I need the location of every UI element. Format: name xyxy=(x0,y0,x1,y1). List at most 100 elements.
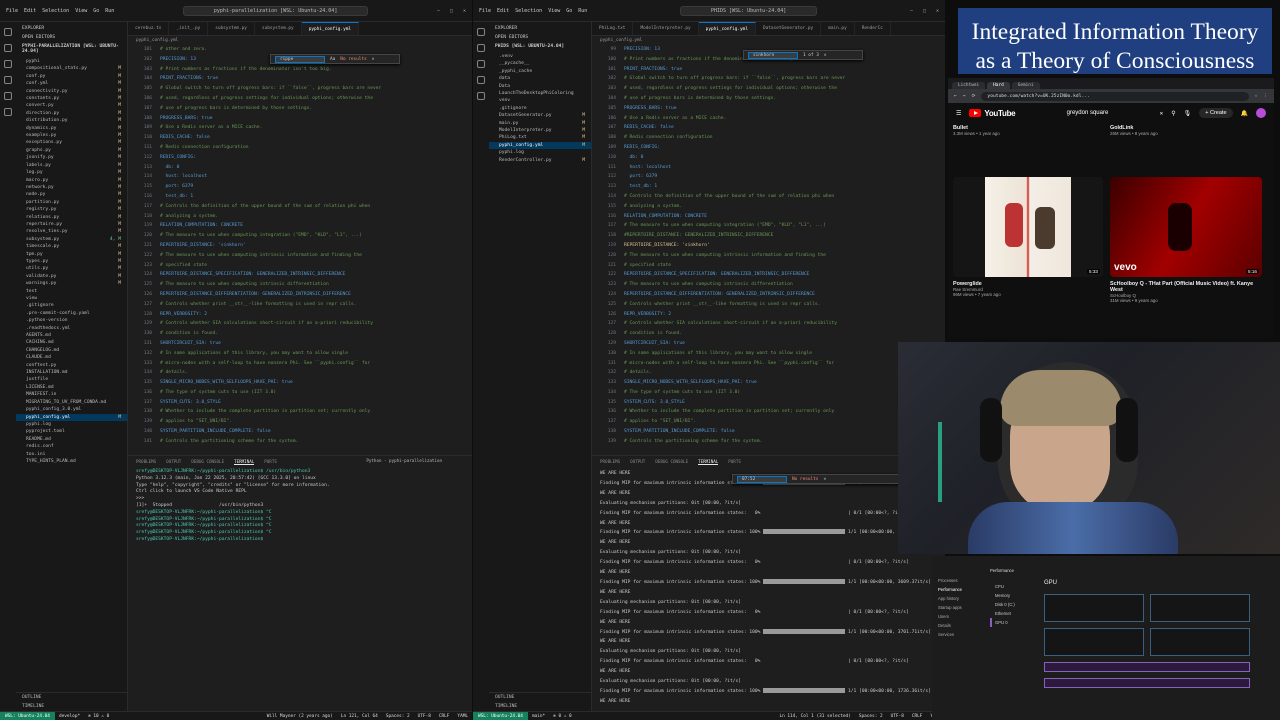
resource-item[interactable]: Memory xyxy=(990,591,1036,600)
browser-tab[interactable]: Hard xyxy=(987,82,1010,89)
right-command-center[interactable]: PHIDS [WSL: Ubuntu-24.04] xyxy=(679,5,818,16)
right-code-editor[interactable]: 99 PRECISION: 13 100 # Print numbers as fra… xyxy=(592,45,937,450)
file-tree-item[interactable]: redis.conf xyxy=(16,443,127,450)
cursor-position[interactable]: Ln 121, Col 64 xyxy=(337,714,382,719)
file-tree-item[interactable]: labels.py M xyxy=(16,162,127,169)
search-icon[interactable] xyxy=(4,44,12,52)
file-tree-item[interactable]: README.md xyxy=(16,436,127,443)
file-tree-item[interactable]: repertoire.py M xyxy=(16,221,127,228)
video-card-top-left[interactable]: Bullet 3.3M views • 1 year ago xyxy=(953,125,1103,136)
maximize-icon[interactable]: □ xyxy=(450,8,453,14)
video-thumbnail-powerglide[interactable]: 5:33 xyxy=(953,177,1103,277)
file-tree-item[interactable]: CLAUDE.md xyxy=(16,354,127,361)
editor-tab[interactable]: ModelInterpreter.py xyxy=(633,22,699,35)
problems-count[interactable]: ⊗ 0 ⚠ 0 xyxy=(549,714,576,719)
file-tree-item[interactable]: INSTALLATION.md xyxy=(16,369,127,376)
file-tree-item[interactable]: subsystem.py 4, M xyxy=(16,236,127,243)
file-tree-item[interactable]: MANIFEST.in xyxy=(16,391,127,398)
file-tree-item[interactable]: CACHING.md xyxy=(16,339,127,346)
menu-file[interactable]: File xyxy=(479,8,491,14)
resource-item[interactable]: Disk 0 (C:) xyxy=(990,600,1036,609)
file-tree-item[interactable]: pyphi_config.yml M xyxy=(16,413,127,421)
file-tree-item[interactable]: compositional_stats.py M xyxy=(16,65,127,72)
panel-tab-ports[interactable]: PORTS xyxy=(728,459,741,464)
video-card-powerglide[interactable]: Powerglide Rae Sremmurd 96M views • 7 ye… xyxy=(953,281,1103,297)
mic-icon[interactable]: 🎙 xyxy=(1184,110,1192,117)
file-tree-item[interactable]: main.py M xyxy=(489,120,591,127)
editor-tab[interactable]: subsystem.py xyxy=(208,22,255,35)
search-icon[interactable]: ⚲ xyxy=(1171,110,1175,117)
extensions-icon[interactable] xyxy=(4,92,12,100)
file-tree-item[interactable]: utils.py M xyxy=(16,265,127,272)
editor-tab[interactable]: _init_.py xyxy=(169,22,209,35)
git-branch[interactable]: main* xyxy=(528,714,549,719)
editor-tab[interactable]: cerebuz.ts xyxy=(128,22,170,35)
open-editors-section[interactable]: OPEN EDITORS xyxy=(16,35,127,44)
breadcrumb[interactable]: pyphi_config.yml xyxy=(128,37,472,45)
menu-edit[interactable]: Edit xyxy=(497,8,509,14)
find-input[interactable]: sinkhorn xyxy=(748,51,798,59)
file-tree-item[interactable]: venv xyxy=(489,97,591,104)
menu-edit[interactable]: Edit xyxy=(24,8,36,14)
file-tree-item[interactable]: justfile xyxy=(16,376,127,383)
menu-run[interactable]: Run xyxy=(578,8,587,14)
file-tree-item[interactable]: timescale.py M xyxy=(16,243,127,250)
file-tree-item[interactable]: pyphi_config_3.0.yml xyxy=(16,406,127,413)
search-icon[interactable] xyxy=(477,44,485,52)
menu-view[interactable]: View xyxy=(75,8,87,14)
file-tree-item[interactable]: connectivity.py M xyxy=(16,88,127,95)
remote-indicator[interactable]: WSL: Ubuntu-24.04 xyxy=(0,711,55,720)
file-tree-item[interactable]: conftest.py xyxy=(16,362,127,369)
file-tree-item[interactable]: pyphi xyxy=(16,58,127,65)
clear-search-icon[interactable]: ✕ xyxy=(1160,110,1164,117)
video-card-top-right[interactable]: GoldLink 26M views • 8 years ago xyxy=(1110,125,1260,136)
task-manager-nav-item[interactable]: Details xyxy=(932,621,982,630)
open-editors-section[interactable]: OPEN EDITORS xyxy=(489,35,591,44)
editor-tab[interactable]: DatasetGenerator.py xyxy=(756,22,822,35)
editor-tab[interactable]: pyphi_config.yml xyxy=(698,22,756,35)
file-tree-item[interactable]: macro.py M xyxy=(16,177,127,184)
menu-view[interactable]: View xyxy=(548,8,560,14)
minimize-icon[interactable]: – xyxy=(910,8,913,14)
file-tree-item[interactable]: node.py M xyxy=(16,191,127,198)
forward-icon[interactable]: → xyxy=(963,94,966,99)
menu-run[interactable]: Run xyxy=(105,8,114,14)
indent-setting[interactable]: Spaces: 2 xyxy=(382,714,414,719)
file-tree-item[interactable]: view xyxy=(16,295,127,302)
avatar[interactable] xyxy=(1256,108,1266,118)
encoding[interactable]: UTF-8 xyxy=(414,714,435,719)
panel-tab-ports[interactable]: PORTS xyxy=(264,459,277,464)
resource-item[interactable]: CPU xyxy=(990,582,1036,591)
close-find-icon[interactable]: ✕ xyxy=(823,477,826,482)
youtube-search-input[interactable]: greydon square xyxy=(1023,110,1151,116)
extensions-icon[interactable] xyxy=(477,92,485,100)
file-tree-item[interactable]: tox.ini xyxy=(16,451,127,458)
browser-tab[interactable]: Gemini xyxy=(1011,82,1040,89)
file-tree-item[interactable]: validate.py M xyxy=(16,273,127,280)
file-tree-item[interactable]: AGENTS.md xyxy=(16,332,127,339)
timeline-section[interactable]: TIMELINE xyxy=(489,702,591,711)
star-icon[interactable]: ☆ xyxy=(1255,94,1258,99)
address-bar[interactable]: youtube.com/watch?v=UK.25zIN0o.kdl... xyxy=(981,91,1249,101)
file-tree-item[interactable]: relations.py M xyxy=(16,214,127,221)
file-tree-item[interactable]: pyproject.toml xyxy=(16,428,127,435)
task-manager-nav-item[interactable]: Users xyxy=(932,612,982,621)
file-tree-item[interactable]: LaunchTheDesktopPhiColoring xyxy=(489,90,591,97)
file-tree-item[interactable]: graphs.py M xyxy=(16,147,127,154)
menu-go[interactable]: Go xyxy=(566,8,572,14)
git-blame[interactable]: Will Mayner (2 years ago) xyxy=(263,714,337,719)
file-tree-item[interactable]: pyphi.log xyxy=(16,421,127,428)
left-terminal[interactable]: srefy@DESKTOP-VLJNFRK:~/pyphi-paralleliz… xyxy=(128,467,472,546)
panel-tab-debug-console[interactable]: DEBUG CONSOLE xyxy=(191,459,224,464)
cursor-position[interactable]: Ln 114, Col 1 (31 selected) xyxy=(775,714,854,719)
left-code-editor[interactable]: 101 # other and zero. 102 PRECISION: 13 103 #… xyxy=(128,45,464,453)
browser-tab[interactable]: Lichtwei xyxy=(952,82,986,89)
explorer-icon[interactable] xyxy=(4,28,12,36)
video-card-that-part[interactable]: ScHoolboy Q - THat Part (Official Music … xyxy=(1110,281,1260,303)
file-tree-item[interactable]: resolve_ties.py M xyxy=(16,228,127,235)
panel-tab-output[interactable]: OUTPUT xyxy=(630,459,645,464)
file-tree-item[interactable]: Data xyxy=(489,83,591,90)
panel-tab-problems[interactable]: PROBLEMS xyxy=(136,459,156,464)
video-thumbnail-that-part[interactable]: vevo 5:16 xyxy=(1110,177,1262,277)
file-tree-item[interactable]: types.py M xyxy=(16,258,127,265)
